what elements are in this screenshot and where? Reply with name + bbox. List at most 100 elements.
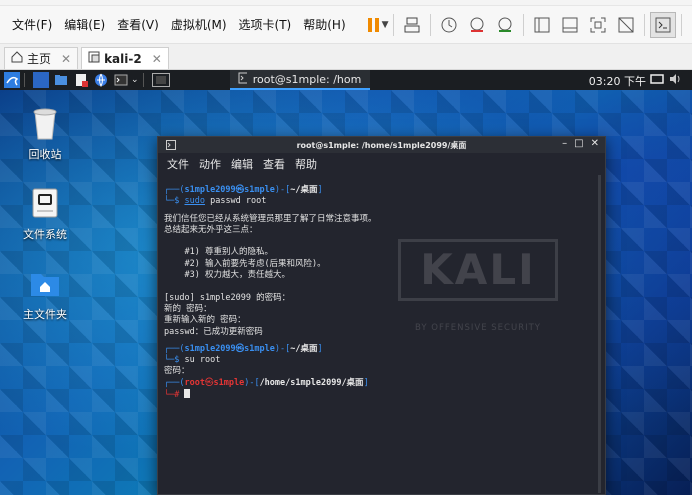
close-button[interactable]: ✕ [591,138,599,149]
text-cursor [184,389,191,399]
window-controls: – □ ✕ [555,138,599,149]
menu-help[interactable]: 帮助 [295,156,317,172]
maximize-button[interactable]: □ [574,138,583,149]
toolbar-separator [392,13,394,36]
taskbar-terminal-title: root@s1mple: /home/s1... [252,72,362,86]
toolbar-separator [522,13,524,36]
desktop-icon-home[interactable]: 主文件夹 [10,266,80,322]
trash-icon [29,106,61,140]
unity-icon[interactable] [613,12,639,38]
send-keys-icon[interactable] [399,12,425,38]
prompt-user: s1mple2099㉿s1mple [184,343,275,354]
prompt-path: /home/s1mple2099/桌面 [259,377,364,388]
command-line: └─$ sudo passwd root [164,196,267,207]
terminal-window[interactable]: root@s1mple: /home/s1mple2099/桌面 – □ ✕ 文… [157,136,606,495]
display-icon[interactable] [650,72,664,89]
chevron-down-icon[interactable]: ⌄ [131,75,139,85]
fullscreen-icon[interactable] [585,12,611,38]
terminal-icon [238,72,247,87]
stretch-icon[interactable] [687,12,692,38]
dropdown-caret-icon[interactable]: ▼ [382,20,389,30]
panel-clock: 03:20 下午 [588,75,646,88]
command-args: passwd root [204,196,267,207]
output-line: 新的 密码： [164,303,212,314]
prompt-line: ┌──(s1mple2099㉿s1mple)-[~/桌面] [164,185,323,195]
terminal-title: root@s1mple: /home/s1mple2099/桌面 [296,140,467,150]
desktop-icon-trash[interactable]: 回收站 [10,106,80,162]
console-icon[interactable] [649,11,676,38]
command-sudo: sudo [184,196,205,207]
vmware-menubar: 文件(F) 编辑(E) 查看(V) 虚拟机(M) 选项卡(T) 帮助(H) ▼ [0,6,692,44]
prompt-path: ~/桌面 [290,343,318,354]
prompt-user: root [184,377,205,388]
home-folder-icon [29,266,61,300]
vmware-toolbar: ▼ [360,11,692,38]
browser-icon[interactable] [93,72,109,88]
file-manager-icon[interactable] [53,72,69,88]
desktop-icon-label: 主文件夹 [23,308,67,321]
toolbar-separator [429,13,431,36]
menu-help[interactable]: 帮助(H) [297,16,351,33]
output-line: 密码： [164,366,190,377]
tab-label: kali-2 [104,51,142,66]
kali-panel: ⌄ root@s1mple: /home/s1... 03:20 下午 [0,70,692,90]
close-icon[interactable]: ✕ [152,52,162,66]
output-line: 我们信任您已经从系统管理员那里了解了日常注意事项。 [164,213,377,224]
output-line: [sudo] s1mple2099 的密码： [164,292,291,303]
menu-vm[interactable]: 虚拟机(M) [165,16,233,33]
workspace-icon[interactable] [151,73,170,87]
command-line[interactable]: └─# [164,389,599,401]
text-editor-icon[interactable] [73,72,89,88]
desktop-icon-label: 回收站 [28,148,62,161]
output-line: 重新输入新的 密码： [164,315,246,326]
menu-view[interactable]: 查看(V) [111,16,165,33]
tab-label: 主页 [27,52,52,66]
prompt-user: s1mple2099㉿s1mple [184,185,275,195]
output-line: #2) 输入前要先考虑(后果和风险)。 [164,258,326,269]
vmware-tabs: 主页 ✕ kali-2 ✕ [0,44,692,70]
toolbar-separator [680,13,682,36]
terminal-scrollbar[interactable] [598,175,601,493]
prompt-path: ~/桌面 [290,185,318,195]
command-line: └─$ su root [164,355,221,366]
home-icon [11,51,23,66]
menu-edit[interactable]: 编辑(E) [58,16,111,33]
menu-actions[interactable]: 动作 [199,156,221,172]
close-icon[interactable]: ✕ [61,52,71,66]
snapshot-icon[interactable] [436,12,462,38]
snapshot-manager-icon[interactable] [492,12,518,38]
terminal-launcher-icon[interactable] [113,72,129,88]
terminal-output[interactable]: ┌──(s1mple2099㉿s1mple)-[~/桌面] └─$ sudo pa… [158,175,605,494]
terminal-menubar: 文件 动作 编辑 查看 帮助 [158,153,605,175]
root-prompt-line: ┌──(root㉿s1mple)-[/home/s1mple2099/桌面] [164,377,369,388]
layout-single-icon[interactable] [529,12,555,38]
layout-tabs-icon[interactable] [557,12,583,38]
desktop-icon-label: 文件系统 [23,228,67,241]
prompt-line: ┌──(s1mple2099㉿s1mple)-[~/桌面] [164,343,323,354]
taskbar-terminal[interactable]: root@s1mple: /home/s1... [229,70,370,90]
menu-file[interactable]: 文件(F) [6,16,58,33]
menu-file[interactable]: 文件 [167,156,189,172]
tab-kali-2[interactable]: kali-2 ✕ [81,47,169,69]
terminal-titlebar[interactable]: root@s1mple: /home/s1mple2099/桌面 – □ ✕ [158,137,605,153]
volume-icon[interactable] [668,72,682,89]
output-line: #3) 权力越大，责任越大。 [164,270,290,281]
command-su: su root [184,355,221,366]
output-line: #1) 尊重别人的隐私。 [164,247,273,258]
menu-view[interactable]: 查看 [263,156,285,172]
tab-home[interactable]: 主页 ✕ [4,47,79,69]
menu-edit[interactable]: 编辑 [231,156,253,172]
panel-separator [142,73,144,87]
terminal-icon [166,140,176,152]
show-desktop-icon[interactable] [33,72,49,88]
kali-menu-icon[interactable] [4,72,20,88]
desktop-icon-filesystem[interactable]: 文件系统 [10,186,80,242]
menu-tabs[interactable]: 选项卡(T) [233,16,298,33]
snapshot-revert-icon[interactable] [464,12,490,38]
minimize-button[interactable]: – [562,138,567,149]
output-line: 总结起来无外乎这三点： [164,224,258,235]
drive-icon [29,186,61,220]
prompt-host: s1mple [213,377,245,388]
